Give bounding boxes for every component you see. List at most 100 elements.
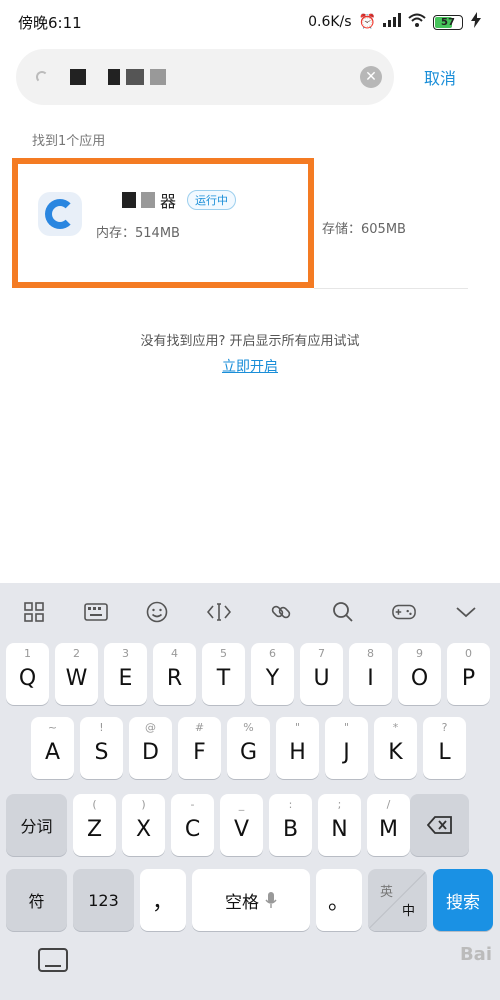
key-o[interactable]: 9O — [398, 643, 441, 705]
key-h[interactable]: " H — [276, 717, 319, 779]
status-badge: 运行中 — [187, 190, 237, 210]
key-label: O — [410, 665, 429, 691]
key-s[interactable]: ! S — [80, 717, 123, 779]
key-u[interactable]: 7U — [300, 643, 343, 705]
emoji-icon[interactable] — [145, 600, 169, 624]
microphone-icon — [265, 892, 277, 908]
symbol-label: 符 — [28, 892, 45, 911]
symbol-key[interactable]: 符 — [6, 869, 67, 931]
key-label: C — [184, 816, 201, 842]
fenci-key[interactable]: 分词 — [6, 794, 67, 856]
key-v[interactable]: _ V — [220, 794, 263, 856]
key-k[interactable]: * K — [374, 717, 417, 779]
key-j[interactable]: " J — [325, 717, 368, 779]
link-icon[interactable] — [269, 600, 293, 624]
signal-icon — [383, 13, 401, 31]
search-icon[interactable] — [331, 600, 355, 624]
key-f[interactable]: # F — [178, 717, 221, 779]
cancel-button[interactable]: 取消 — [424, 65, 456, 89]
space-key[interactable]: 空格 — [192, 869, 310, 931]
key-hint: ; — [337, 798, 342, 811]
app-result-item[interactable]: 器 运行中 内存：514MB — [12, 158, 314, 288]
key-row-4: 符 123 ， 空格 。 英 中 搜索 — [6, 869, 493, 931]
key-hint: ! — [99, 721, 104, 734]
keyboard-switch-icon[interactable] — [38, 948, 68, 972]
key-g[interactable]: % G — [227, 717, 270, 779]
key-hint: 9 — [416, 647, 423, 660]
key-label: R — [166, 665, 183, 691]
loading-icon — [36, 71, 48, 83]
key-m[interactable]: / M — [367, 794, 410, 856]
search-row: ✕ 取消 — [16, 48, 492, 106]
key-label: G — [239, 739, 258, 765]
key-label: W — [65, 665, 88, 691]
grid-menu-icon[interactable] — [22, 600, 46, 624]
key-x[interactable]: ) X — [122, 794, 165, 856]
backspace-key[interactable] — [410, 794, 469, 856]
key-hint: : — [288, 798, 293, 811]
key-label: K — [388, 739, 403, 765]
key-label: Y — [265, 665, 280, 691]
key-label: U — [313, 665, 330, 691]
keyboard-layout-icon[interactable] — [83, 600, 108, 624]
language-switch-key[interactable]: 英 中 — [368, 869, 427, 931]
key-hint: 2 — [73, 647, 80, 660]
key-c[interactable]: -C — [171, 794, 214, 856]
key-p[interactable]: 0P — [447, 643, 490, 705]
key-hint: ? — [441, 721, 448, 734]
key-hint: 7 — [318, 647, 325, 660]
key-label: F — [193, 739, 206, 765]
search-query-redacted — [70, 69, 166, 85]
battery-icon: 57 — [433, 14, 463, 30]
key-b[interactable]: :B — [269, 794, 312, 856]
battery-level: 57 — [441, 16, 455, 28]
key-d[interactable]: @ D — [129, 717, 172, 779]
key-a[interactable]: ~ A — [31, 717, 74, 779]
key-z[interactable]: (Z — [73, 794, 116, 856]
key-n[interactable]: ; N — [318, 794, 361, 856]
cursor-icon[interactable] — [207, 600, 232, 624]
key-hint: ~ — [47, 721, 58, 734]
key-e[interactable]: 3E — [104, 643, 147, 705]
collapse-keyboard-icon[interactable] — [454, 600, 478, 624]
comma-key[interactable]: ， — [140, 869, 186, 931]
watermark: Bai — [459, 944, 492, 965]
divider — [314, 288, 468, 289]
key-hint: _ — [238, 798, 245, 811]
lang-bottom-label: 中 — [401, 904, 415, 919]
key-label: D — [142, 739, 159, 765]
key-y[interactable]: 6Y — [251, 643, 294, 705]
key-label: P — [461, 665, 476, 691]
key-q[interactable]: 1Q — [6, 643, 49, 705]
period-key[interactable]: 。 — [316, 869, 362, 931]
key-hint: " — [294, 721, 301, 734]
key-hint: 5 — [220, 647, 227, 660]
key-r[interactable]: 4R — [153, 643, 196, 705]
key-t[interactable]: 5T — [202, 643, 245, 705]
search-key-label: 搜索 — [446, 892, 480, 913]
search-key[interactable]: 搜索 — [433, 869, 493, 931]
lang-top-label: 英 — [380, 885, 394, 900]
key-w[interactable]: 2W — [55, 643, 98, 705]
key-hint: # — [194, 721, 205, 734]
key-hint: ( — [92, 798, 97, 811]
enable-now-link[interactable]: 立即开启 — [0, 356, 500, 376]
key-row-1: 1Q2W3E4R5T6Y7U8I9O0P — [6, 643, 490, 705]
redaction-block — [150, 69, 166, 85]
key-hint: 6 — [269, 647, 276, 660]
clear-icon[interactable]: ✕ — [360, 66, 382, 88]
number-key[interactable]: 123 — [73, 869, 134, 931]
gamepad-icon[interactable] — [392, 600, 417, 624]
status-icons: 0.6K/s ⏰ 57 — [308, 12, 482, 32]
storage-usage: 存储：605MB — [322, 222, 406, 237]
key-hint: 4 — [171, 647, 178, 660]
key-i[interactable]: 8I — [349, 643, 392, 705]
search-input[interactable]: ✕ — [16, 49, 394, 105]
key-l[interactable]: ? L — [423, 717, 466, 779]
key-hint: / — [386, 798, 391, 811]
comma-label: ， — [151, 890, 174, 915]
wifi-icon — [408, 13, 426, 31]
key-label: B — [282, 816, 299, 842]
redaction-block — [108, 69, 120, 85]
alarm-icon: ⏰ — [358, 14, 376, 30]
